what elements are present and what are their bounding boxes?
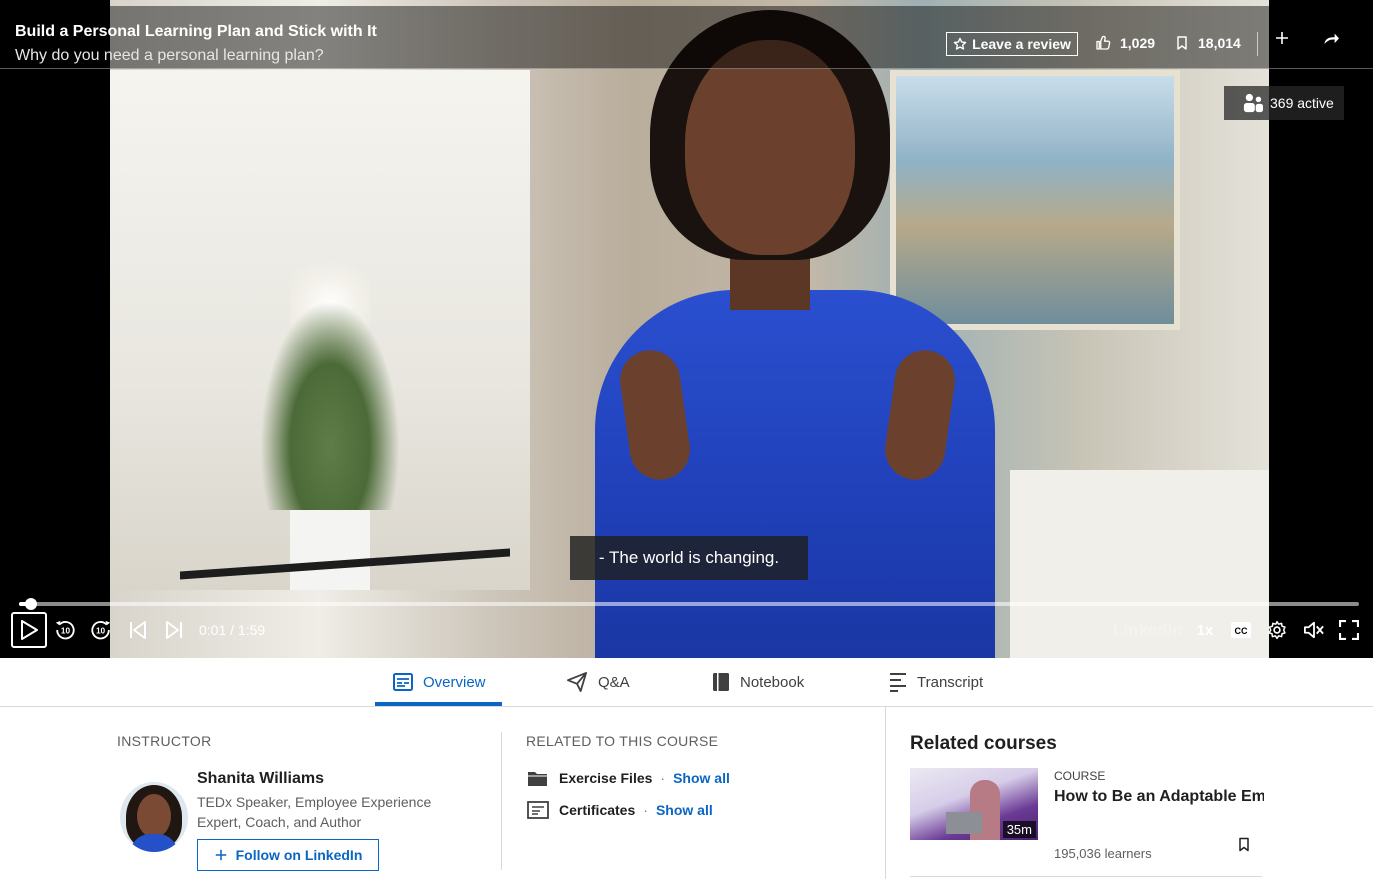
forward-10-label: 10 xyxy=(96,627,106,636)
leave-review-label: Leave a review xyxy=(972,36,1071,52)
forward-10-button[interactable]: 10 xyxy=(89,612,113,648)
certificates-show-all-link[interactable]: Show all xyxy=(656,802,713,818)
related-to-course-label: RELATED TO THIS COURSE xyxy=(526,733,719,749)
instructor-name[interactable]: Shanita Williams xyxy=(197,770,324,788)
progress-bar[interactable] xyxy=(19,602,1359,606)
content-tabs: Overview Q&A Notebook Transcript xyxy=(0,658,1373,707)
like-button[interactable]: 1,029 xyxy=(1094,34,1155,52)
video-plant-pot xyxy=(290,510,370,590)
tab-overview-label: Overview xyxy=(423,673,486,691)
related-course-divider xyxy=(910,876,1262,877)
leave-review-button[interactable]: Leave a review xyxy=(946,32,1078,56)
thumbnail-laptop xyxy=(946,812,982,834)
section-divider xyxy=(501,732,502,870)
active-learners-count: 369 active xyxy=(1270,95,1334,111)
tab-notebook-label: Notebook xyxy=(740,673,805,691)
next-icon xyxy=(166,621,182,639)
closed-caption-text: - The world is changing. xyxy=(570,536,808,580)
exercise-files-show-all-link[interactable]: Show all xyxy=(673,770,730,786)
playback-time: 0:01 / 1:59 xyxy=(199,622,266,638)
save-count: 18,014 xyxy=(1198,35,1241,51)
related-course-title[interactable]: How to Be an Adaptable Employee during C… xyxy=(1054,788,1264,806)
header-divider xyxy=(1257,32,1258,56)
folder-icon xyxy=(528,772,548,786)
course-player-page: Build a Personal Learning Plan and Stick… xyxy=(0,0,1373,879)
related-course-learners: 195,036 learners xyxy=(1054,846,1152,861)
video-title: Why do you need a personal learning plan… xyxy=(15,47,324,64)
separator-dot: · xyxy=(660,770,666,786)
tab-overview[interactable]: Overview xyxy=(393,658,486,706)
rewind-10-button[interactable]: 10 xyxy=(53,612,77,648)
fullscreen-icon xyxy=(1339,620,1359,640)
closed-captions-icon: CC xyxy=(1231,622,1251,638)
tab-qa[interactable]: Q&A xyxy=(566,658,630,706)
learners-icon xyxy=(1243,93,1263,113)
mute-icon xyxy=(1303,621,1324,639)
follow-on-linkedin-button[interactable]: Follow on LinkedIn xyxy=(197,839,379,871)
mute-button[interactable] xyxy=(1302,612,1326,648)
exercise-files-row: Exercise Files · Show all xyxy=(527,769,730,787)
star-icon xyxy=(953,37,967,50)
play-icon xyxy=(21,620,38,640)
add-to-collection-button[interactable] xyxy=(1270,26,1294,50)
follow-label: Follow on LinkedIn xyxy=(235,847,363,863)
bookmark-icon xyxy=(1177,36,1187,50)
instructor-bio: TEDx Speaker, Employee Experience Expert… xyxy=(197,794,432,830)
course-title[interactable]: Build a Personal Learning Plan and Stick… xyxy=(15,23,377,41)
transcript-icon xyxy=(890,673,906,692)
bookmark-icon xyxy=(1239,837,1249,851)
rewind-10-label: 10 xyxy=(61,627,71,636)
rewind-10-icon: 10 xyxy=(55,620,75,640)
sidebar-divider xyxy=(885,707,886,879)
settings-icon xyxy=(1268,620,1286,640)
notebook-icon xyxy=(713,673,729,691)
related-courses-title: Related courses xyxy=(910,733,1057,754)
settings-button[interactable] xyxy=(1265,612,1289,648)
forward-10-icon: 10 xyxy=(91,620,111,640)
playback-speed-button[interactable]: 1x xyxy=(1192,612,1218,648)
closed-captions-label: CC xyxy=(1235,626,1248,636)
instructor-avatar[interactable] xyxy=(120,782,188,852)
progress-scrubber-handle[interactable] xyxy=(25,598,37,610)
active-learners-badge[interactable]: 369 active xyxy=(1224,86,1344,120)
next-video-button[interactable] xyxy=(162,612,186,648)
related-course-duration: 35m xyxy=(1002,821,1036,838)
related-course-thumbnail[interactable]: 35m xyxy=(910,768,1038,840)
like-icon xyxy=(1096,35,1111,50)
related-course-type: COURSE xyxy=(1054,769,1106,783)
linkedin-watermark: LinkedIn xyxy=(1113,620,1183,639)
certificates-row: Certificates · Show all xyxy=(527,801,713,819)
plus-icon xyxy=(1276,32,1288,44)
avatar-face xyxy=(137,794,171,838)
previous-icon xyxy=(130,621,146,639)
video-player[interactable]: Build a Personal Learning Plan and Stick… xyxy=(0,0,1373,658)
player-header: Build a Personal Learning Plan and Stick… xyxy=(0,6,1373,69)
tab-transcript[interactable]: Transcript xyxy=(889,658,983,706)
share-icon xyxy=(1324,33,1339,44)
fullscreen-button[interactable] xyxy=(1337,612,1361,648)
save-button[interactable]: 18,014 xyxy=(1174,34,1241,52)
overview-icon xyxy=(393,673,413,691)
tab-notebook[interactable]: Notebook xyxy=(712,658,804,706)
certificate-icon xyxy=(527,801,549,819)
active-tab-indicator xyxy=(375,702,502,706)
video-background-painting xyxy=(890,70,1180,330)
share-button[interactable] xyxy=(1318,25,1344,51)
presenter-face xyxy=(685,40,855,255)
closed-captions-button[interactable]: CC xyxy=(1229,612,1253,648)
tab-qa-label: Q&A xyxy=(598,673,630,691)
tab-transcript-label: Transcript xyxy=(917,673,984,691)
plus-icon xyxy=(215,849,226,861)
certificates-label: Certificates xyxy=(559,802,636,818)
play-button[interactable] xyxy=(11,612,47,648)
paper-plane-icon xyxy=(567,672,587,692)
save-related-course-button[interactable] xyxy=(1236,835,1252,853)
separator-dot: · xyxy=(643,802,648,818)
exercise-files-label: Exercise Files xyxy=(559,770,653,786)
like-count: 1,029 xyxy=(1120,35,1156,51)
instructor-section-label: INSTRUCTOR xyxy=(117,733,212,749)
previous-video-button[interactable] xyxy=(126,612,150,648)
video-plant xyxy=(260,300,400,510)
